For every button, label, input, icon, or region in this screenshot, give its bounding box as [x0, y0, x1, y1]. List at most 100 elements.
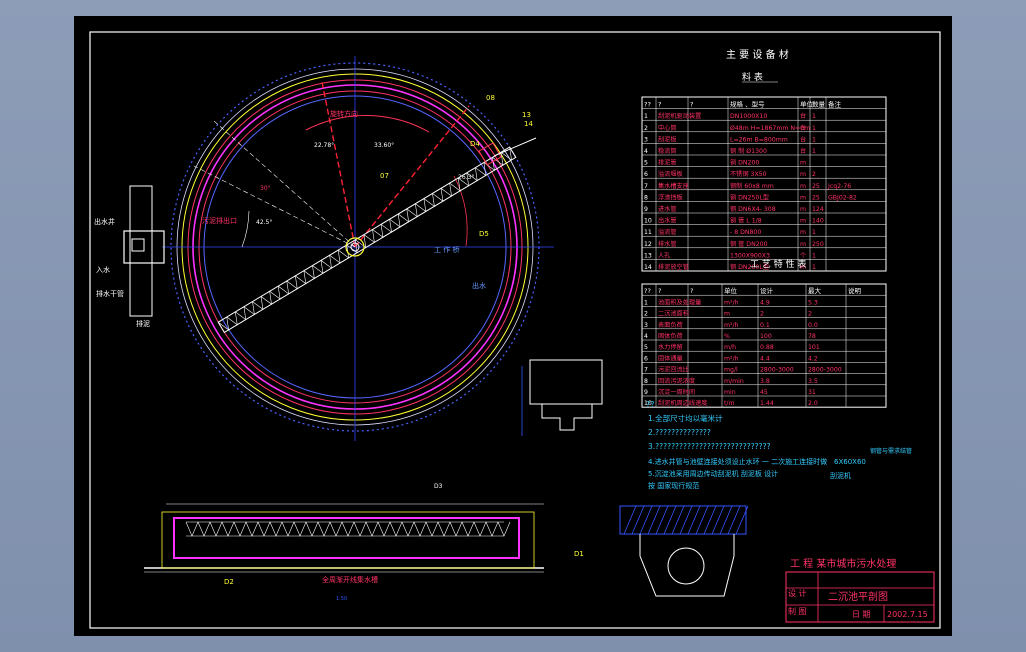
equipment-table[interactable]: ???? 规格 、型号 单位 数量 备注1 刮泥机驱动装置 DN1000X10 台 12 中心筒 Ø… [641, 96, 887, 272]
proc-cell: 3 [644, 322, 648, 329]
proc-cell: 3.8 [760, 378, 770, 385]
proc-header-cell: 说明 [848, 286, 862, 295]
legend-sludge: 排泥 [136, 319, 150, 328]
equip-cell: 25 [812, 183, 820, 190]
equip-cell: m [800, 241, 806, 248]
label-angle-a: 22.78° [314, 142, 334, 149]
equip-cell: 9 [644, 206, 648, 213]
callout-07: 07 [380, 172, 389, 180]
equip-cell: 中心筒 [658, 124, 677, 132]
label-checker: 制 图 [788, 606, 807, 616]
notes-line-6: 按 国家现行规范 [648, 481, 699, 490]
equip-cell: 140 [812, 218, 824, 225]
title-block[interactable]: 工 程 某市城市污水处理 设 计 制 图 二沉池平剖图 日 期 2002.7.1… [785, 557, 935, 623]
proc-cell: 2 [760, 311, 764, 318]
label-rotate-direction: 旋转方向 [330, 109, 358, 118]
equip-cell: m [800, 171, 806, 178]
proc-cell: 水力停留 [658, 343, 683, 351]
proc-cell: 2 [808, 311, 812, 318]
angle-arc-top [305, 115, 430, 133]
equip-cell: Ø48m H=1867mm N=0m [730, 124, 810, 132]
process-table[interactable]: ???? 单位 设计 最大 说明 1 池面积及处理量 m³/h 4.9 5.3 2 二沉池面积 m 2 2 3… [641, 283, 887, 408]
equip-cell: 不锈钢 3X50 [730, 170, 767, 178]
sheet-border [89, 31, 941, 629]
equip-cell: 2 [812, 171, 816, 178]
equip-cell: m [800, 206, 806, 213]
proc-cell: 4.2 [808, 355, 818, 362]
section-outline [161, 511, 535, 569]
notes-side-b: 刮泥机 [830, 471, 851, 480]
callout-d5: D5 [479, 230, 489, 238]
equip-cell: 3 [644, 136, 648, 143]
equip-cell: 溢流堰板 [658, 170, 683, 178]
equipment-table-subtitle: 料 表 [742, 71, 763, 83]
proc-cell: 5 [644, 344, 648, 351]
proc-cell: m/min [724, 378, 744, 385]
proc-cell: 固体负荷 [658, 332, 683, 340]
proc-cell: 沉淀一周时间 [658, 388, 695, 396]
label-sludge-outlet: 污泥排出口 [202, 216, 237, 225]
equip-cell: - 8 DN800 [730, 229, 761, 236]
equip-cell: 250 [812, 241, 824, 248]
equip-cell: m [800, 160, 806, 167]
equip-cell: 1 [812, 264, 816, 271]
proc-cell: 8 [644, 378, 648, 385]
equip-cell: m [800, 229, 806, 236]
proc-cell: 表面负荷 [658, 321, 683, 329]
proc-cell: 7 [644, 367, 648, 374]
equip-cell: 出水管 [658, 217, 677, 225]
project-name: 工 程 某市城市污水处理 [790, 557, 896, 570]
equip-header-cell: 数量 [812, 100, 826, 109]
equip-cell: 25 [812, 194, 820, 201]
legend-outlet-well: 出水井 [94, 217, 115, 226]
label-angle-b: 33.60° [374, 142, 394, 149]
equip-cell: 4 [644, 148, 648, 155]
equip-cell: 1 [812, 252, 816, 259]
proc-cell: 4 [644, 333, 648, 340]
proc-cell: 100 [760, 333, 772, 340]
notes-line-2: 2.?????????????? [648, 428, 711, 437]
equip-cell: 溢流管 [658, 228, 677, 236]
proc-cell: % [724, 333, 730, 340]
proc-cell: 1 [644, 299, 648, 306]
proc-cell: mg/l [724, 367, 738, 374]
equip-header-cell: ? [690, 101, 693, 109]
notes-block: ?? 1.全部尺寸均以毫米计 2.?????????????? 3.??????… [646, 400, 912, 490]
equip-cell: 7 [644, 183, 648, 190]
proc-cell: 2.0 [808, 400, 818, 407]
proc-cell: 0.1 [760, 322, 770, 329]
equip-cell: 钢 管 DN200 [730, 240, 768, 248]
equip-cell: 11 [644, 229, 652, 236]
equip-cell: Jcq2-76 [827, 183, 851, 190]
section-scale: 1:50 [336, 596, 347, 602]
proc-cell: 3.5 [808, 378, 818, 385]
cad-viewport[interactable]: 旋转方向 22.78° 33.60° 26.3° 42.5° 30° 污泥排出口… [74, 16, 952, 636]
equip-cell: m [800, 218, 806, 225]
equip-cell: 1 [644, 113, 648, 120]
equip-cell: 8 [644, 194, 648, 201]
angle-arc-right [453, 175, 468, 247]
equip-cell: 排泥管 [658, 159, 677, 167]
equip-cell: m [800, 183, 806, 190]
callout-d2: D2 [224, 578, 234, 586]
equip-cell: 14 [644, 264, 652, 271]
callout-d3: D3 [434, 483, 443, 490]
equip-cell: 排水管 [658, 240, 677, 248]
equip-cell: 浮渣挡板 [658, 193, 683, 201]
clarifier-section-view[interactable]: D3 D1 D2 全周渐开线集水槽 1:50 [144, 483, 584, 602]
date-value: 2002.7.15 [887, 610, 928, 619]
equip-cell: 124 [812, 206, 824, 213]
radial-line-d [193, 165, 356, 248]
proc-cell: 二沉池面积 [658, 310, 689, 318]
label-bridge: 工 作 桥 [434, 245, 459, 254]
equip-cell: 进水管 [658, 205, 677, 213]
proc-cell: 45 [760, 389, 768, 396]
notes-line-5: 5.沉淀池采用周边传动刮泥机 刮泥板 设计 [648, 469, 778, 478]
proc-header-cell: 单位 [724, 286, 738, 295]
proc-cell: 2 [644, 311, 648, 318]
equip-cell: 1 [812, 113, 816, 120]
proc-cell: 4.9 [760, 299, 770, 306]
proc-cell: 池面积及处理量 [658, 298, 701, 306]
clarifier-plan-view[interactable]: 旋转方向 22.78° 33.60° 26.3° 42.5° 30° 污泥排出口… [94, 56, 554, 441]
callout-13: 13 [522, 111, 531, 119]
